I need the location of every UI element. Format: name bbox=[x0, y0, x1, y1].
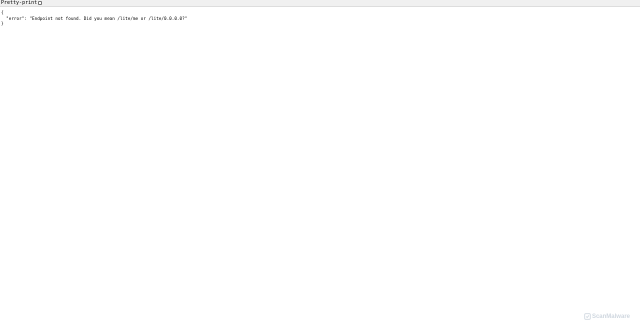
scanmalware-watermark: ScanMalware bbox=[584, 313, 630, 320]
json-line: } bbox=[1, 22, 4, 27]
json-viewer: Pretty-print { "error": "Endpoint not fo… bbox=[0, 0, 640, 331]
json-line: "error": "Endpoint not found. Did you me… bbox=[1, 16, 188, 22]
pretty-print-checkbox[interactable] bbox=[38, 1, 43, 5]
json-response-body: { "error": "Endpoint not found. Did you … bbox=[1, 11, 187, 28]
pretty-print-label: Pretty-print bbox=[1, 0, 38, 6]
watermark-text: ScanMalware bbox=[591, 313, 630, 320]
scanmalware-logo-icon bbox=[584, 313, 591, 320]
json-viewer-toolbar: Pretty-print bbox=[0, 0, 640, 7]
